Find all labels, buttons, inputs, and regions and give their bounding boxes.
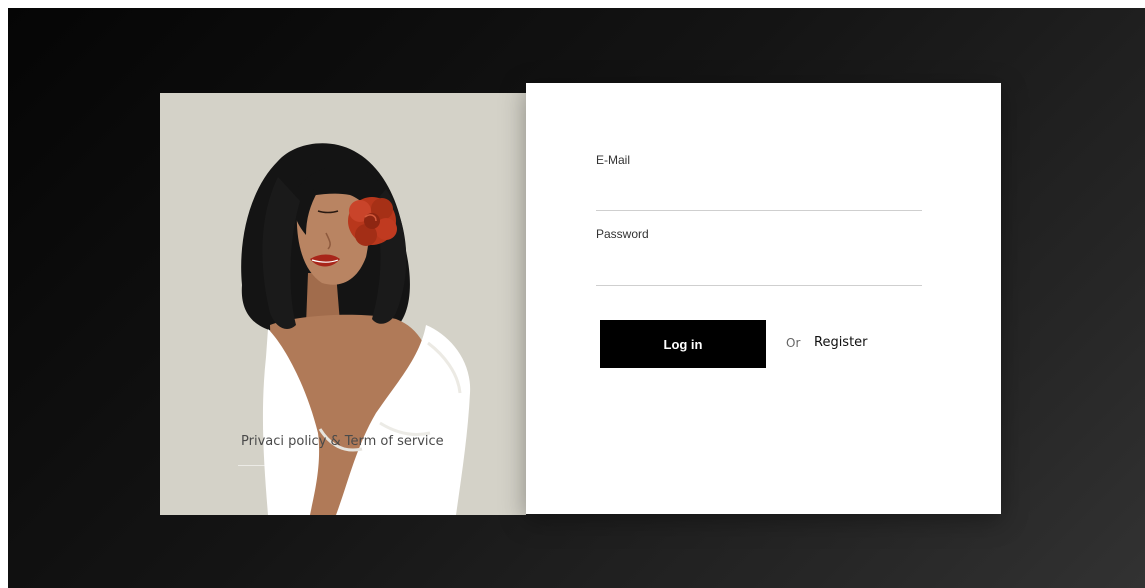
page-background: Privaci policy & Term of service E-Mail …: [8, 8, 1145, 588]
login-form-panel: E-Mail Password Log in Or Register: [526, 83, 1001, 514]
email-field[interactable]: [596, 184, 922, 211]
privacy-link-underline: [238, 465, 308, 466]
password-field[interactable]: [596, 259, 922, 286]
or-separator: Or: [786, 336, 801, 350]
password-label: Password: [596, 227, 649, 241]
login-button[interactable]: Log in: [600, 320, 766, 368]
register-link[interactable]: Register: [814, 335, 868, 350]
email-label: E-Mail: [596, 153, 631, 167]
illustration-panel: Privaci policy & Term of service: [160, 93, 526, 515]
woman-with-flower-illustration: [241, 143, 471, 515]
privacy-policy-link[interactable]: Privaci policy & Term of service: [241, 434, 444, 449]
